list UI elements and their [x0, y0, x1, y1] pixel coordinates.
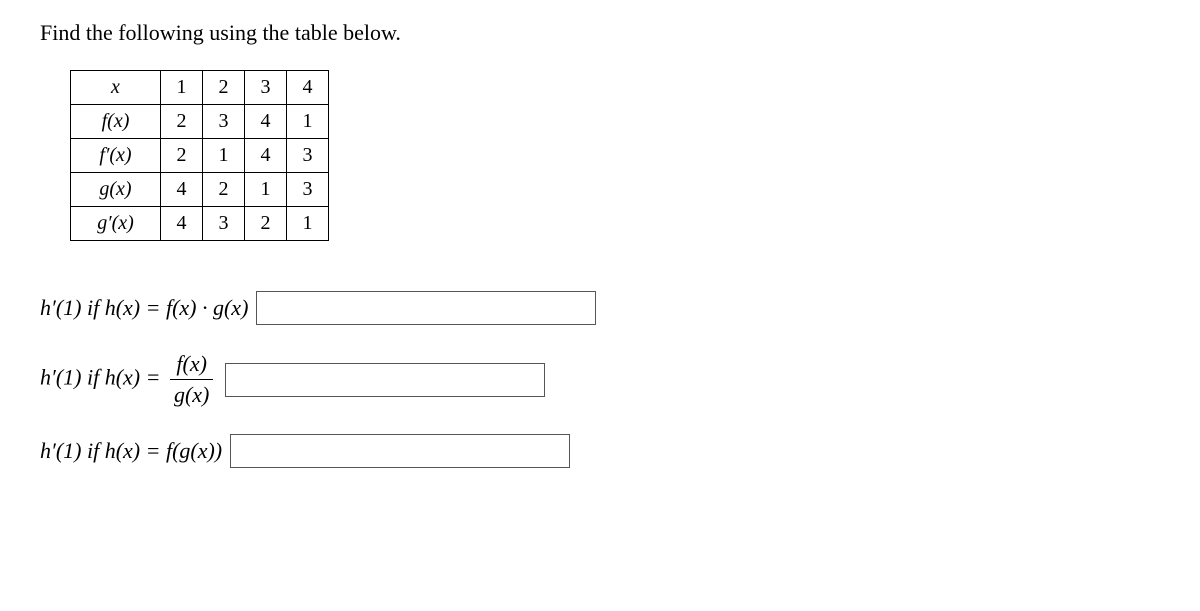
row-label-fprime: f′(x)	[71, 139, 161, 173]
cell: 3	[245, 71, 287, 105]
fraction-denominator: g(x)	[170, 380, 213, 408]
cell: 4	[161, 173, 203, 207]
function-table: x 1 2 3 4 f(x) 2 3 4 1 f′(x) 2 1 4 3 g(x…	[70, 70, 329, 241]
cell: 2	[161, 139, 203, 173]
cell: 3	[203, 207, 245, 241]
cell: 3	[287, 139, 329, 173]
cell: 4	[287, 71, 329, 105]
table-row: f(x) 2 3 4 1	[71, 105, 329, 139]
cell: 3	[203, 105, 245, 139]
page-title: Find the following using the table below…	[40, 20, 1160, 46]
cell: 3	[287, 173, 329, 207]
row-label-x: x	[71, 71, 161, 105]
answer-input-2[interactable]	[225, 363, 545, 397]
answer-input-3[interactable]	[230, 434, 570, 468]
table-row: g(x) 4 2 1 3	[71, 173, 329, 207]
cell: 1	[203, 139, 245, 173]
cell: 2	[245, 207, 287, 241]
cell: 2	[161, 105, 203, 139]
question-2-text: h′(1) if h(x) = f(x) g(x)	[40, 351, 217, 408]
question-2: h′(1) if h(x) = f(x) g(x)	[40, 351, 1160, 408]
cell: 4	[245, 105, 287, 139]
cell: 2	[203, 173, 245, 207]
cell: 4	[245, 139, 287, 173]
table-row: f′(x) 2 1 4 3	[71, 139, 329, 173]
cell: 1	[287, 207, 329, 241]
row-label-gx: g(x)	[71, 173, 161, 207]
row-label-gprime: g′(x)	[71, 207, 161, 241]
fraction-numerator: f(x)	[170, 351, 213, 380]
cell: 2	[203, 71, 245, 105]
question-3: h′(1) if h(x) = f(g(x))	[40, 434, 1160, 468]
cell: 1	[245, 173, 287, 207]
cell: 4	[161, 207, 203, 241]
table-row: g′(x) 4 3 2 1	[71, 207, 329, 241]
cell: 1	[161, 71, 203, 105]
row-label-fx: f(x)	[71, 105, 161, 139]
question-1: h′(1) if h(x) = f(x) · g(x)	[40, 291, 1160, 325]
cell: 1	[287, 105, 329, 139]
answer-input-1[interactable]	[256, 291, 596, 325]
table-row: x 1 2 3 4	[71, 71, 329, 105]
question-3-text: h′(1) if h(x) = f(g(x))	[40, 438, 222, 464]
question-1-text: h′(1) if h(x) = f(x) · g(x)	[40, 295, 248, 321]
